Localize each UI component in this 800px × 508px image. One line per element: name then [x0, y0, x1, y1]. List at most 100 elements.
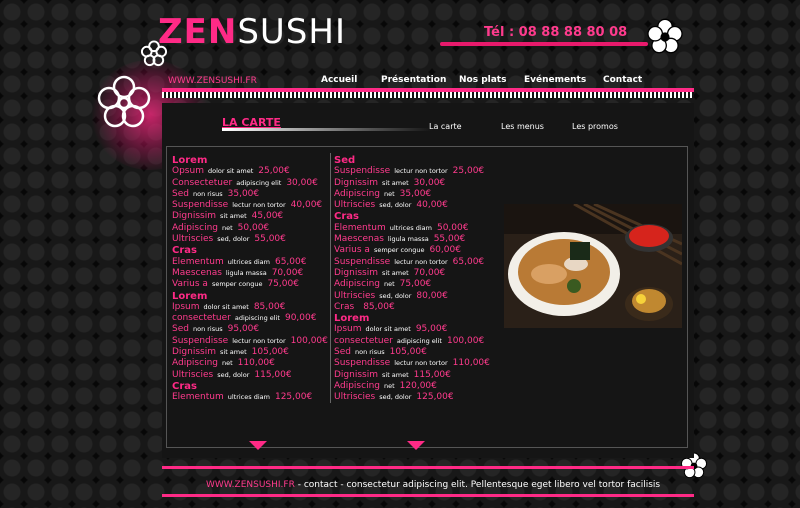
menu-item: Ultriscies sed, dolor 115,00€: [172, 370, 328, 381]
menu-item: Ultriscies sed, dolor 55,00€: [172, 234, 328, 245]
menu-item-price: 80,00€: [416, 290, 448, 301]
menu-section-heading: Cras: [334, 211, 359, 223]
nav-accueil[interactable]: Accueil: [321, 75, 357, 85]
scroll-down-arrow-icon[interactable]: [249, 441, 267, 450]
flower-icon: [647, 18, 683, 54]
menu-item: Suspendisse lectur non tortor 100,00€: [172, 336, 328, 347]
menu-item: Dignissim sit amet 45,00€: [172, 211, 328, 222]
menu-item-price: 30,00€: [286, 177, 318, 188]
menu-item-description: net: [221, 359, 233, 368]
menu-item-description: lectur non tortor: [394, 257, 448, 266]
menu-item-description: non risus: [192, 189, 223, 198]
menu-item-description: dolor sit amet: [203, 302, 249, 311]
menu-item-description: dolor sit amet: [207, 167, 254, 176]
menu-item-name: Elementum: [172, 392, 224, 403]
footer-description: - contact - consectetur adipiscing elit.…: [294, 480, 661, 490]
menu-item-price: 35,00€: [227, 188, 260, 199]
menu-item: Suspendisse lectur non tortor 40,00€: [172, 200, 328, 211]
tab-les-menus[interactable]: Les menus: [501, 122, 544, 131]
menu-column-left: Lorem Opsum dolor sit amet 25,00€ Consectetu…: [172, 155, 328, 404]
menu-item-name: Suspendisse: [334, 256, 391, 267]
menu-item-price: 70,00€: [271, 267, 304, 278]
menu-item: Ultriscies sed, dolor 125,00€: [334, 392, 490, 403]
menu-item-price: 85,00€: [363, 301, 395, 312]
scroll-down-arrow-icon[interactable]: [407, 441, 425, 450]
menu-item: Elementum ultrices diam 125,00€: [172, 392, 328, 403]
menu-item: Elementum ultrices diam 50,00€: [334, 223, 490, 234]
menu-item-price: 40,00€: [290, 200, 323, 211]
menu-item-name: Varius a: [334, 245, 370, 256]
site-url[interactable]: WWW.ZENSUSHI.FR: [168, 76, 257, 86]
menu-item: Ipsum dolor sit amet 95,00€: [334, 324, 490, 335]
menu-item-price: 90,00€: [284, 313, 317, 324]
menu-item-price: 125,00€: [416, 392, 454, 403]
menu-item-name: Elementum: [334, 222, 386, 233]
menu-item-name: Varius a: [172, 279, 208, 290]
footer-stripe-bottom: [162, 494, 694, 497]
menu-item: Varius a semper congue 60,00€: [334, 245, 490, 256]
menu-item-name: Sed: [172, 324, 189, 335]
menu-item: Varius a semper congue 75,00€: [172, 279, 328, 290]
menu-item-description: semper congue: [373, 246, 425, 255]
phone-number: Tél : 08 88 88 80 08: [484, 25, 628, 40]
menu-item-description: adipiscing elit: [236, 178, 282, 187]
menu-item-description: lectur non tortor: [394, 359, 448, 368]
menu-item: Maescenas ligula massa 70,00€: [172, 268, 328, 279]
menu-item-price: 75,00€: [399, 279, 432, 290]
menu-item-price: 105,00€: [251, 347, 289, 358]
menu-item: Dignissim sit amet 105,00€: [172, 347, 328, 358]
menu-item: Dignissim sit amet 70,00€: [334, 268, 490, 279]
nav-presentation[interactable]: Présentation: [381, 75, 446, 85]
menu-item: Adipiscing net 110,00€: [172, 358, 328, 369]
menu-item: Suspendisse lectur non tortor 110,00€: [334, 358, 490, 369]
menu-section-heading: Lorem: [172, 290, 208, 302]
menu-item-price: 30,00€: [413, 177, 446, 188]
menu-item: Ultriscies sed, dolor 80,00€: [334, 291, 490, 302]
menu-item-price: 25,00€: [452, 166, 485, 177]
flower-icon: [97, 75, 151, 128]
site-logo[interactable]: ZENSUSHI: [158, 12, 346, 52]
nav-nos-plats[interactable]: Nos plats: [459, 75, 506, 85]
menu-item-name: Suspendisse: [334, 166, 391, 177]
menu-item-description: sit amet: [382, 178, 409, 187]
menu-item-price: 115,00€: [254, 369, 292, 380]
menu-item-description: adipiscing elit: [396, 336, 442, 345]
menu-item-name: Maescenas: [172, 267, 222, 278]
menu-item-description: sed, dolor: [217, 235, 250, 244]
menu-item: Maescenas ligula massa 55,00€: [334, 234, 490, 245]
tab-la-carte[interactable]: La carte: [429, 122, 462, 131]
menu-item: Suspendisse lectur non tortor 65,00€: [334, 257, 490, 268]
menu-item-description: net: [221, 223, 233, 232]
menu-item-name: Maescenas: [334, 234, 384, 245]
menu-item-price: 125,00€: [274, 392, 313, 403]
menu-item: Consectetuer adipiscing elit 30,00€: [172, 178, 328, 189]
ramen-photo: [504, 204, 682, 328]
menu-item-description: ultrices diam: [227, 393, 270, 402]
menu-item-price: 70,00€: [413, 267, 446, 278]
menu-item-name: Dignissim: [334, 369, 378, 380]
menu-item-price: 100,00€: [290, 335, 328, 346]
nav-evenements[interactable]: Evénements: [524, 75, 586, 85]
menu-item: Ultriscies sed, dolor 40,00€: [334, 200, 490, 211]
footer-site-link[interactable]: WWW.ZENSUSHI.FR: [206, 480, 295, 490]
menu-item-price: 115,00€: [413, 369, 451, 380]
film-strip-divider: [162, 92, 694, 98]
menu-column-right: Sed Suspendisse lectur non tortor 25,00€ Dig…: [334, 155, 490, 404]
menu-item: Adipiscing net 120,00€: [334, 381, 490, 392]
menu-item-price: 45,00€: [251, 211, 284, 222]
menu-item-description: ligula massa: [387, 235, 429, 244]
menu-section-heading: Lorem: [334, 313, 370, 325]
menu-item-name: Suspendisse: [334, 358, 391, 369]
nav-contact[interactable]: Contact: [603, 75, 642, 85]
section-title-underline: [222, 128, 432, 131]
menu-section-heading: Cras: [172, 380, 197, 392]
menu-item-name: consectetuer: [172, 313, 231, 324]
menu-item: Dignissim sit amet 115,00€: [334, 370, 490, 381]
tab-les-promos[interactable]: Les promos: [572, 122, 618, 131]
menu-item-name: Dignissim: [334, 177, 378, 188]
footer-text: WWW.ZENSUSHI.FR - contact - consectetur …: [206, 480, 660, 490]
menu-item-price: 65,00€: [274, 256, 307, 267]
logo-zen: ZEN: [158, 12, 238, 52]
menu-item-name: Opsum: [172, 166, 204, 177]
menu-item-description: sit amet: [220, 212, 247, 221]
